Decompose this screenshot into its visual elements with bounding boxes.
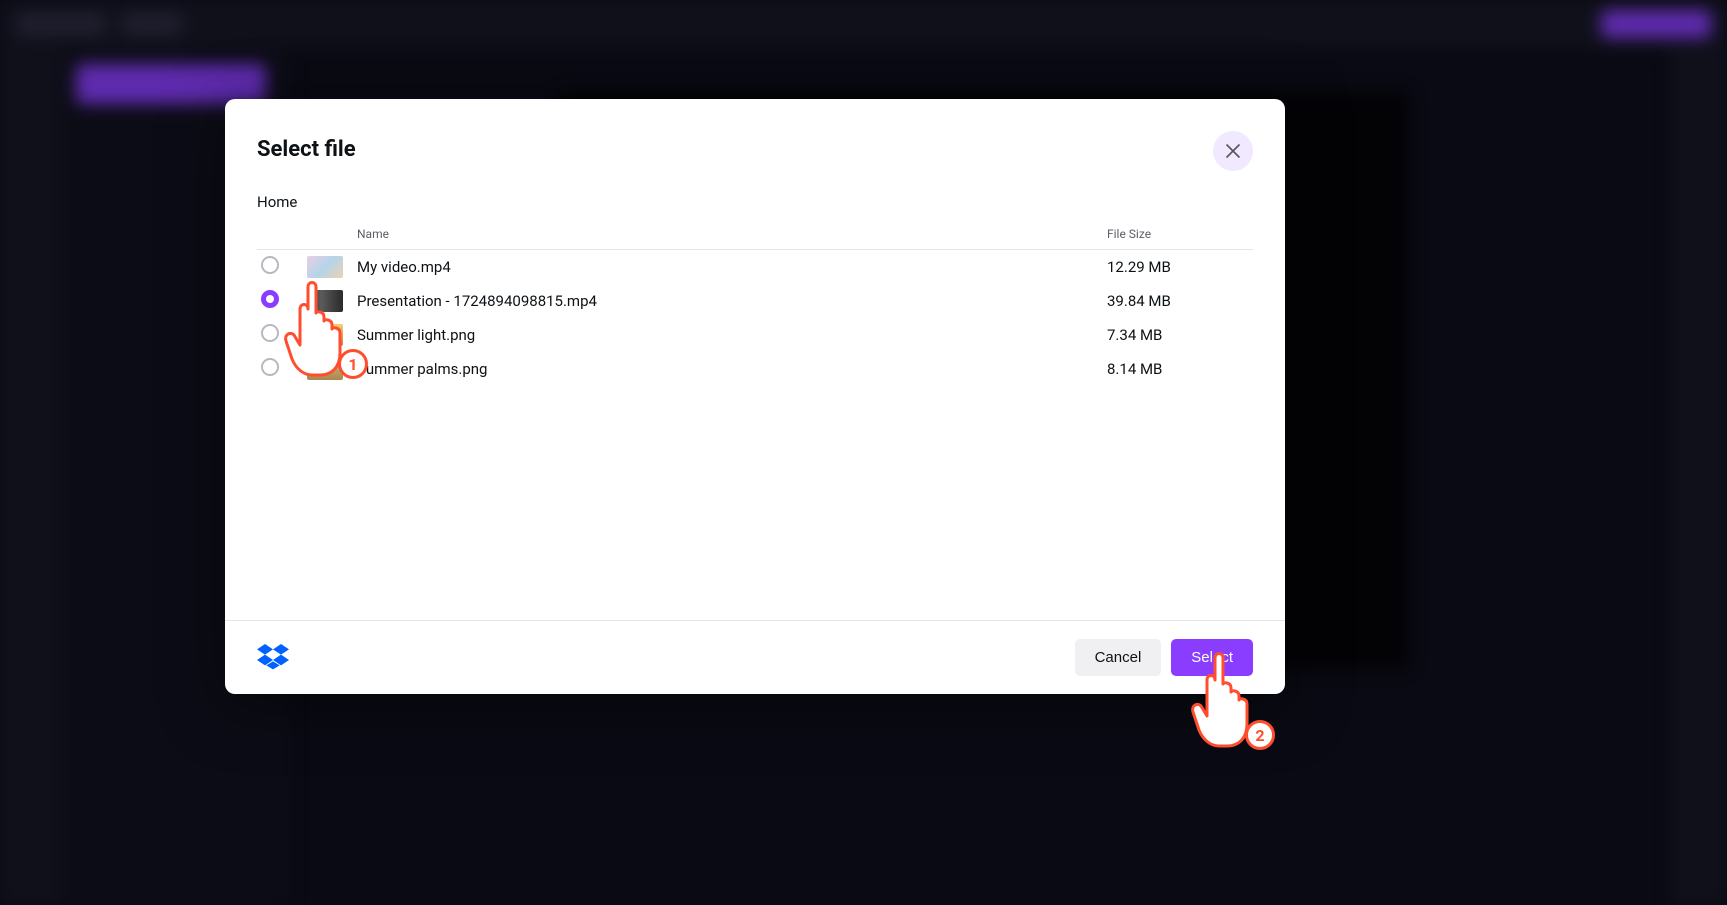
file-size: 12.29 MB [1103, 250, 1253, 285]
file-row[interactable]: Summer palms.png 8.14 MB [257, 352, 1253, 386]
file-thumbnail [307, 290, 343, 312]
close-icon [1226, 144, 1240, 158]
modal-footer: Cancel Select [225, 620, 1285, 694]
file-name: Summer light.png [353, 318, 1103, 352]
cancel-button[interactable]: Cancel [1075, 639, 1162, 676]
file-radio[interactable] [261, 290, 279, 308]
close-button[interactable] [1213, 131, 1253, 171]
select-button[interactable]: Select [1171, 639, 1253, 676]
file-thumbnail [307, 358, 343, 380]
file-row[interactable]: Presentation - 1724894098815.mp4 39.84 M… [257, 284, 1253, 318]
file-size: 39.84 MB [1103, 284, 1253, 318]
file-name: Summer palms.png [353, 352, 1103, 386]
file-radio[interactable] [261, 256, 279, 274]
column-header-size: File Size [1103, 219, 1253, 250]
file-size: 7.34 MB [1103, 318, 1253, 352]
file-thumbnail [307, 324, 343, 346]
column-header-name: Name [353, 219, 1103, 250]
file-row[interactable]: My video.mp4 12.29 MB [257, 250, 1253, 285]
file-list: Name File Size My video.mp4 12.29 MB Pre… [225, 219, 1285, 620]
file-size: 8.14 MB [1103, 352, 1253, 386]
dropbox-icon [257, 642, 289, 674]
select-file-modal: Select file Home Name File Size [225, 99, 1285, 694]
file-thumbnail [307, 256, 343, 278]
modal-header: Select file [225, 99, 1285, 181]
modal-title: Select file [257, 137, 356, 162]
file-radio[interactable] [261, 358, 279, 376]
file-name: My video.mp4 [353, 250, 1103, 285]
file-row[interactable]: Summer light.png 7.34 MB [257, 318, 1253, 352]
breadcrumb[interactable]: Home [225, 181, 1285, 219]
file-name: Presentation - 1724894098815.mp4 [353, 284, 1103, 318]
file-radio[interactable] [261, 324, 279, 342]
